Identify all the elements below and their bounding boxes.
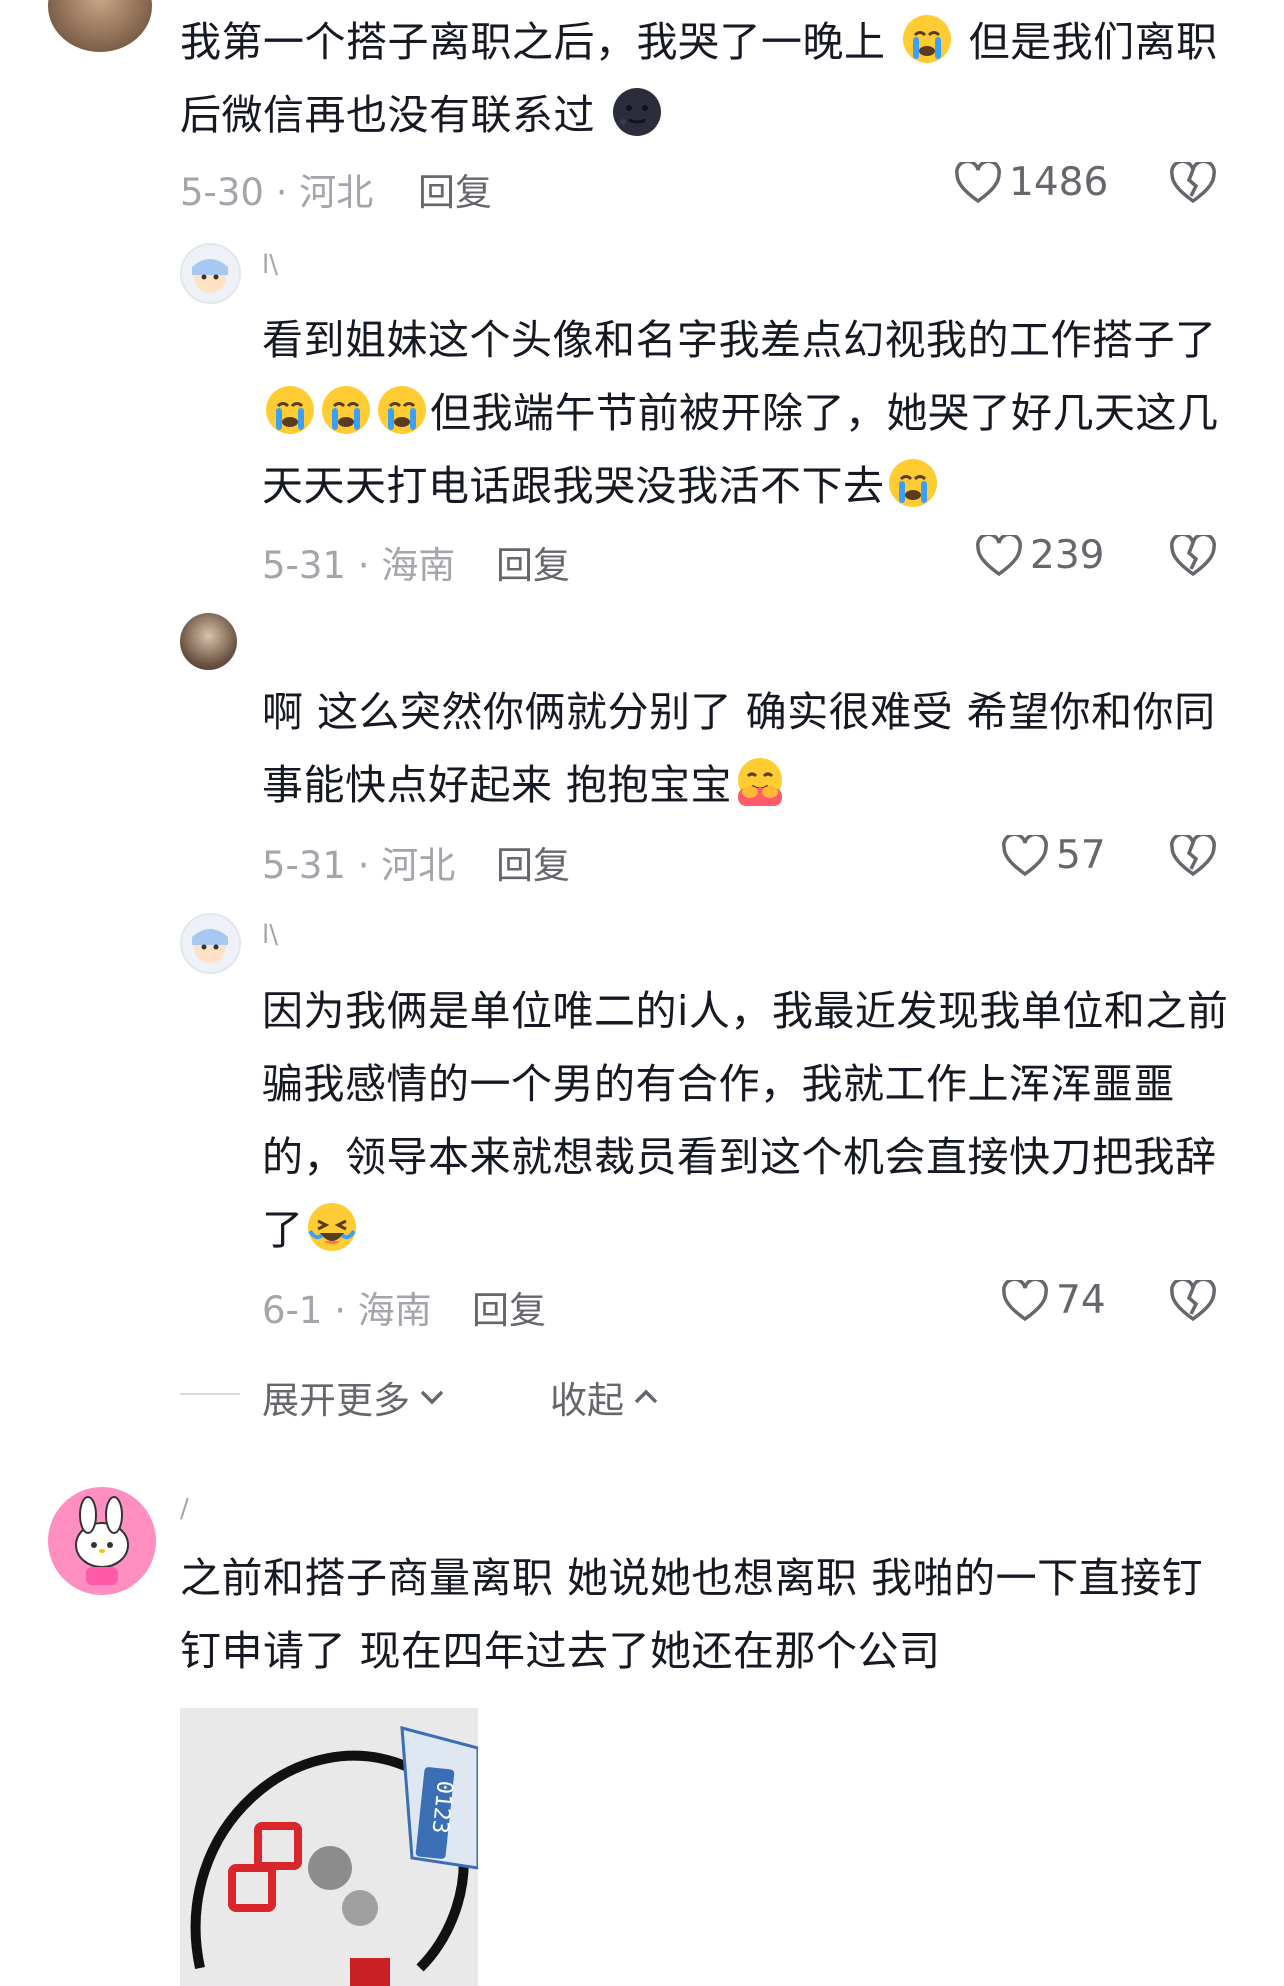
- chevron-down-icon: [420, 1390, 444, 1405]
- heart-icon: [1002, 1279, 1048, 1321]
- reply-button[interactable]: 回复: [472, 1280, 546, 1334]
- avatar[interactable]: [48, 1487, 156, 1595]
- dislike-button[interactable]: [1170, 532, 1216, 581]
- dislike-icon: [1170, 532, 1216, 577]
- collapse-label: 收起: [550, 1379, 624, 1422]
- reply-username[interactable]: l\: [262, 920, 278, 950]
- chevron-up-icon: [634, 1389, 658, 1404]
- reply-button[interactable]: 回复: [496, 835, 570, 889]
- expand-more-button[interactable]: 展开更多: [262, 1370, 446, 1424]
- dislike-icon: [1170, 159, 1216, 204]
- dislike-icon: [1170, 832, 1216, 877]
- reply-date-location: 5-31 · 海南: [262, 544, 456, 587]
- like-count: 74: [1056, 1278, 1106, 1323]
- hug-emoji: [734, 756, 786, 808]
- reply-text: 啊 这么突然你俩就分别了 确实很难受 希望你和你同事能快点好起来 抱抱宝宝: [262, 688, 1216, 809]
- like-count: 1486: [1009, 160, 1109, 205]
- reply-text: 看到姐妹这个头像和名字我差点幻视我的工作搭子了但我端午节前被开除了，她哭了好几天…: [262, 316, 1219, 510]
- like-count: 57: [1056, 833, 1106, 878]
- heart-icon: [976, 534, 1022, 576]
- dislike-button[interactable]: [1170, 159, 1216, 208]
- like-count: 239: [1030, 533, 1105, 578]
- moon-face-emoji: [611, 86, 663, 138]
- reply-date-location: 5-31 · 河北: [262, 844, 456, 887]
- dislike-icon: [1170, 1277, 1216, 1322]
- expand-more-label: 展开更多: [262, 1379, 410, 1422]
- comment-text: 我第一个搭子离职之后，我哭了一晚上 但是我们离职后微信再也没有联系过: [180, 6, 1230, 152]
- comment-username[interactable]: /: [180, 1494, 189, 1524]
- comment-date-location: 5-30 · 河北: [180, 171, 374, 214]
- comment-sticker-image[interactable]: 0123: [180, 1708, 478, 1986]
- reply-username[interactable]: l\: [262, 250, 278, 280]
- like-button[interactable]: 74: [1002, 1278, 1106, 1323]
- heart-icon: [955, 161, 1001, 203]
- comment-text: 之前和搭子商量离职 她说她也想离职 我啪的一下直接钉钉申请了 现在四年过去了她还…: [180, 1554, 1204, 1675]
- like-button[interactable]: 239: [976, 533, 1104, 578]
- reply-button[interactable]: 回复: [418, 162, 492, 216]
- heart-icon: [1002, 834, 1048, 876]
- thread-divider: [180, 1393, 240, 1395]
- like-button[interactable]: 57: [1002, 833, 1106, 878]
- avatar[interactable]: [180, 913, 241, 974]
- reply-text: 因为我俩是单位唯二的i人，我最近发现我单位和之前骗我感情的一个男的有合作，我就工…: [262, 987, 1229, 1254]
- dislike-button[interactable]: [1170, 832, 1216, 881]
- laughing-crying-emoji: [306, 1201, 358, 1253]
- avatar[interactable]: [48, 0, 152, 52]
- reply-button[interactable]: 回复: [496, 535, 570, 589]
- crying-emoji: [901, 13, 953, 65]
- crying-emoji: [320, 384, 372, 436]
- crying-emoji: [264, 384, 316, 436]
- like-button[interactable]: 1486: [955, 160, 1108, 205]
- crying-emoji: [887, 457, 939, 509]
- crying-emoji: [376, 384, 428, 436]
- avatar[interactable]: [180, 243, 241, 304]
- collapse-button[interactable]: 收起: [550, 1370, 660, 1424]
- dislike-button[interactable]: [1170, 1277, 1216, 1326]
- reply-date-location: 6-1 · 海南: [262, 1289, 432, 1332]
- avatar[interactable]: [180, 613, 237, 670]
